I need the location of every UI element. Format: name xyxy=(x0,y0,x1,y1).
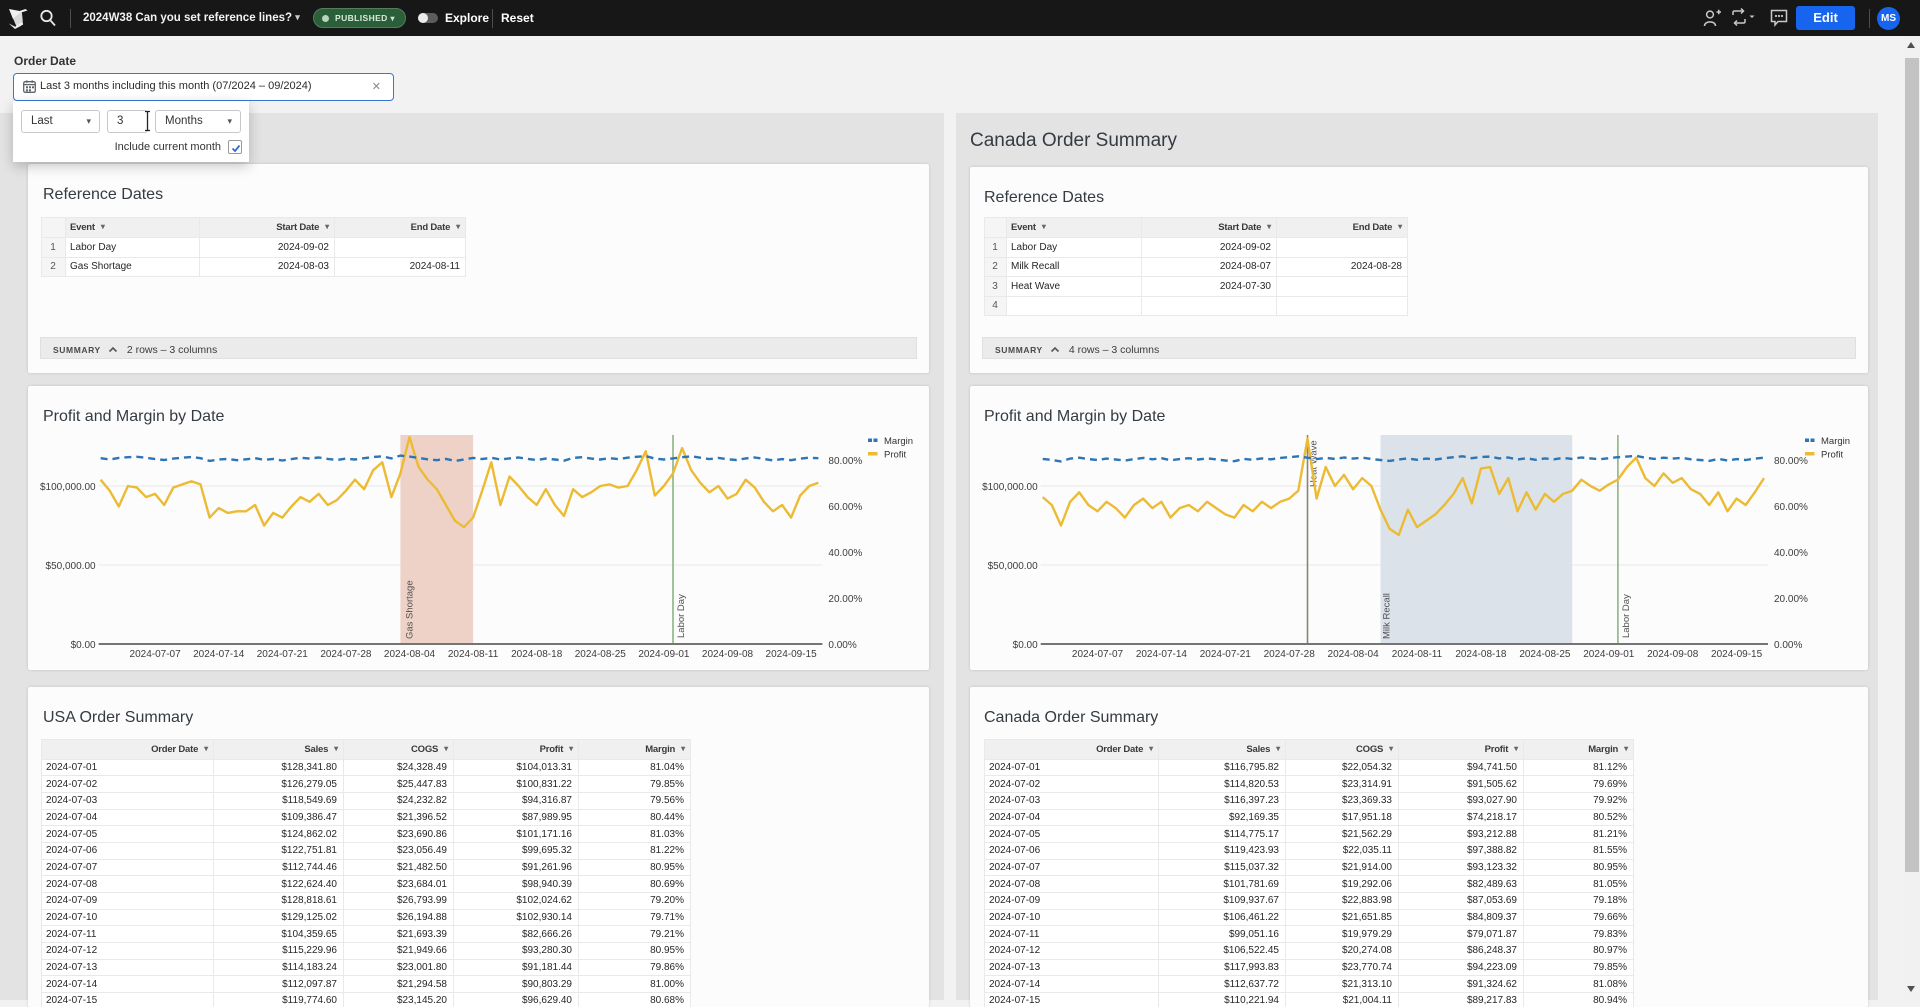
svg-text:2024-07-28: 2024-07-28 xyxy=(320,649,372,660)
svg-text:Margin: Margin xyxy=(884,436,913,447)
svg-text:40.00%: 40.00% xyxy=(828,548,862,559)
svg-text:2024-09-01: 2024-09-01 xyxy=(638,649,690,660)
svg-text:2024-09-15: 2024-09-15 xyxy=(1711,649,1763,660)
svg-text:2024-08-11: 2024-08-11 xyxy=(448,649,499,660)
svg-text:Gas Shortage: Gas Shortage xyxy=(404,580,415,639)
svg-text:2024-07-21: 2024-07-21 xyxy=(257,649,309,660)
svg-text:0.00%: 0.00% xyxy=(1774,640,1802,651)
svg-text:Margin: Margin xyxy=(1821,436,1850,447)
svg-text:2024-07-28: 2024-07-28 xyxy=(1264,649,1316,660)
svg-text:2024-09-08: 2024-09-08 xyxy=(1647,649,1699,660)
svg-text:Profit: Profit xyxy=(884,450,907,461)
svg-text:2024-07-07: 2024-07-07 xyxy=(130,649,182,660)
svg-text:60.00%: 60.00% xyxy=(1774,502,1808,513)
svg-text:2024-07-14: 2024-07-14 xyxy=(193,649,245,660)
svg-text:2024-07-07: 2024-07-07 xyxy=(1072,649,1124,660)
svg-text:$0.00: $0.00 xyxy=(71,640,96,651)
svg-text:2024-08-25: 2024-08-25 xyxy=(575,649,627,660)
svg-text:$0.00: $0.00 xyxy=(1013,640,1038,651)
svg-text:Labor Day: Labor Day xyxy=(676,594,687,638)
svg-text:$50,000.00: $50,000.00 xyxy=(988,561,1038,572)
svg-text:Profit: Profit xyxy=(1821,450,1844,461)
svg-text:$100,000.00: $100,000.00 xyxy=(982,482,1038,493)
svg-text:80.00%: 80.00% xyxy=(1774,456,1808,467)
svg-text:Milk Recall: Milk Recall xyxy=(1382,593,1393,639)
svg-text:20.00%: 20.00% xyxy=(828,594,862,605)
svg-text:2024-07-21: 2024-07-21 xyxy=(1200,649,1252,660)
svg-text:2024-08-11: 2024-08-11 xyxy=(1392,649,1443,660)
svg-text:2024-09-08: 2024-09-08 xyxy=(702,649,754,660)
svg-text:2024-09-01: 2024-09-01 xyxy=(1583,649,1635,660)
svg-text:60.00%: 60.00% xyxy=(828,502,862,513)
svg-text:2024-08-18: 2024-08-18 xyxy=(1455,649,1507,660)
svg-text:0.00%: 0.00% xyxy=(828,640,856,651)
svg-text:2024-08-04: 2024-08-04 xyxy=(384,649,436,660)
svg-text:2024-09-15: 2024-09-15 xyxy=(766,649,818,660)
svg-text:2024-08-25: 2024-08-25 xyxy=(1519,649,1571,660)
svg-text:40.00%: 40.00% xyxy=(1774,548,1808,559)
svg-text:$100,000.00: $100,000.00 xyxy=(40,482,96,493)
svg-text:2024-07-14: 2024-07-14 xyxy=(1136,649,1188,660)
svg-text:20.00%: 20.00% xyxy=(1774,594,1808,605)
svg-text:80.00%: 80.00% xyxy=(828,456,862,467)
svg-text:2024-08-04: 2024-08-04 xyxy=(1328,649,1380,660)
svg-text:Labor Day: Labor Day xyxy=(1621,594,1632,638)
svg-text:2024-08-18: 2024-08-18 xyxy=(511,649,563,660)
svg-text:$50,000.00: $50,000.00 xyxy=(46,561,96,572)
